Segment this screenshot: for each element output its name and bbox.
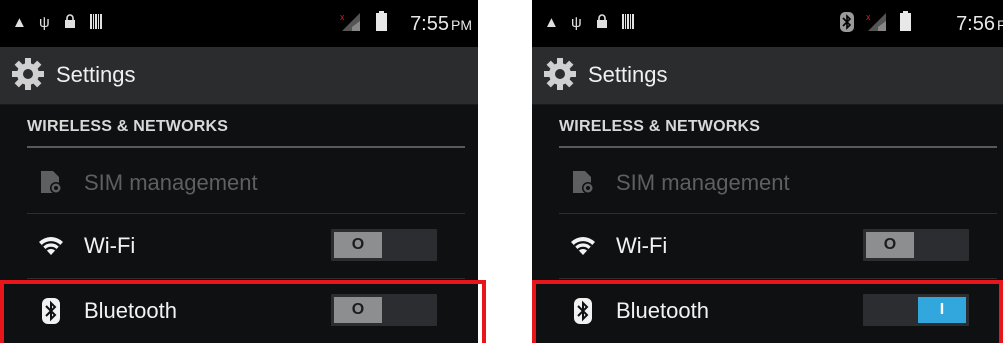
list-divider	[559, 213, 997, 214]
signal-no-sim-icon: x	[866, 12, 888, 37]
lock-icon	[64, 14, 76, 33]
list-divider	[559, 278, 997, 279]
warning-icon: ▲	[12, 14, 27, 31]
wifi-icon	[571, 237, 595, 255]
toggle-thumb: O	[334, 232, 382, 258]
settings-item-label: Wi-Fi	[84, 233, 136, 258]
section-divider	[27, 146, 465, 148]
barcode-icon	[622, 14, 634, 34]
signal-no-sim-icon: x	[340, 12, 362, 37]
settings-item-label: SIM management	[616, 170, 790, 195]
sim-card-icon	[573, 171, 594, 194]
section-divider	[559, 146, 997, 148]
list-divider	[27, 278, 465, 279]
status-bar: ▲ ψ x 7:55 PM	[0, 0, 478, 47]
section-header-wireless: WIRELESS & NETWORKS	[559, 118, 761, 135]
settings-gear-icon[interactable]	[10, 56, 46, 92]
svg-text:x: x	[866, 12, 871, 22]
settings-item-sim-management: SIM management	[0, 153, 478, 213]
settings-item-wifi[interactable]: Wi-Fi O	[532, 215, 1003, 275]
status-bar: ▲ ψ x 7:56PM	[532, 0, 1003, 47]
wifi-icon	[39, 237, 63, 255]
barcode-icon	[90, 14, 102, 34]
wifi-toggle[interactable]: O	[863, 229, 969, 261]
status-time: 7:56PM	[956, 13, 1003, 35]
status-time: 7:55 PM	[410, 13, 472, 35]
settings-item-sim-management: SIM management	[532, 153, 1003, 213]
settings-gear-icon[interactable]	[542, 56, 578, 92]
wifi-toggle[interactable]: O	[331, 229, 437, 261]
toggle-thumb: O	[866, 232, 914, 258]
list-divider	[27, 213, 465, 214]
highlight-box	[0, 280, 486, 343]
lock-icon	[596, 14, 608, 33]
battery-icon	[900, 11, 911, 36]
action-bar: Settings	[532, 47, 1003, 105]
action-bar: Settings	[0, 47, 478, 105]
page-title: Settings	[588, 62, 668, 87]
section-header-wireless: WIRELESS & NETWORKS	[27, 118, 229, 135]
settings-item-label: Wi-Fi	[616, 233, 668, 258]
battery-icon	[376, 11, 387, 36]
bluetooth-status-icon	[840, 12, 854, 37]
usb-icon: ψ	[571, 14, 582, 31]
highlight-box	[532, 280, 1003, 343]
settings-item-wifi[interactable]: Wi-Fi O	[0, 215, 478, 275]
warning-icon: ▲	[544, 14, 559, 31]
svg-text:x: x	[340, 12, 345, 22]
sim-card-icon	[41, 171, 62, 194]
usb-icon: ψ	[39, 14, 50, 31]
settings-item-label: SIM management	[84, 170, 258, 195]
page-title: Settings	[56, 62, 136, 87]
